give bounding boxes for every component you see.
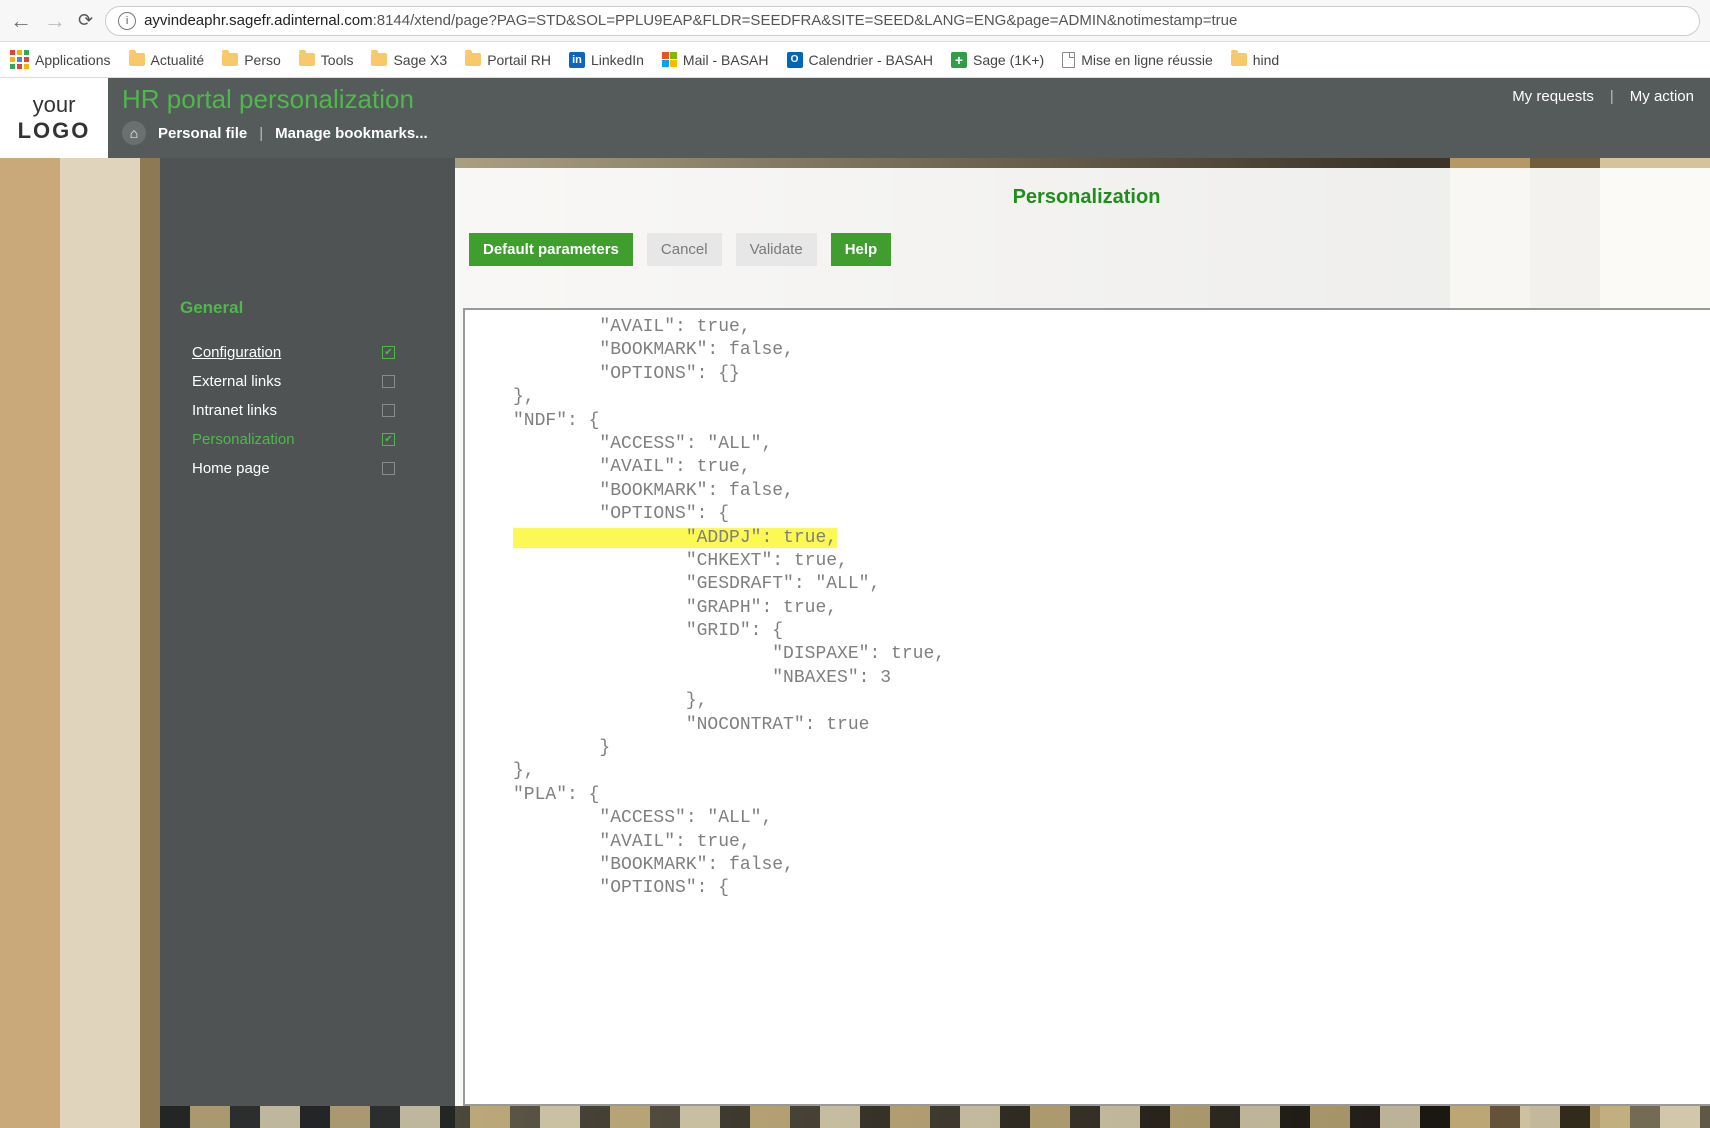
crumb-personal-file[interactable]: Personal file: [158, 125, 247, 142]
folder-icon: [129, 53, 145, 66]
bookmark-item[interactable]: Actualité: [129, 52, 205, 68]
help-button[interactable]: Help: [831, 233, 892, 266]
folder-icon: [222, 53, 238, 66]
panel-title: Personalization: [463, 186, 1710, 209]
bookmark-label: Sage (1K+): [973, 52, 1044, 68]
sidebar-item-label: Personalization: [192, 431, 295, 448]
home-icon[interactable]: ⌂: [122, 121, 146, 145]
bookmark-item[interactable]: + Sage (1K+): [951, 52, 1044, 68]
sidebar-item-external-links[interactable]: External links: [180, 367, 435, 396]
app-header: your LOGO HR portal personalization ⌂ Pe…: [0, 78, 1710, 158]
sidebar-item-label: Intranet links: [192, 402, 277, 419]
cancel-button[interactable]: Cancel: [647, 233, 722, 266]
bookmark-label: Tools: [321, 52, 354, 68]
microsoft-icon: [662, 52, 677, 67]
sidebar-heading: General: [180, 298, 435, 318]
logo-line-1: your: [0, 92, 108, 118]
site-info-icon[interactable]: i: [118, 12, 136, 30]
highlighted-code-line: "ADDPJ": true,: [513, 528, 837, 548]
validate-button[interactable]: Validate: [736, 233, 817, 266]
apps-grid-icon: [10, 50, 29, 69]
bookmark-label: Portail RH: [487, 52, 551, 68]
sidebar: General Configuration ✔ External links Intr…: [160, 158, 455, 1128]
header-right-links: My requests | My action: [1512, 78, 1710, 158]
button-row: Default parameters Cancel Validate Help: [463, 233, 1710, 266]
background-footer-strip: [160, 1106, 1710, 1128]
bookmark-label: Mise en ligne réussie: [1081, 52, 1213, 68]
crumb-separator: |: [259, 125, 263, 142]
main-panel: Personalization Default parameters Cance…: [455, 168, 1710, 1106]
checkbox-icon[interactable]: [382, 375, 395, 388]
bookmark-item[interactable]: Mise en ligne réussie: [1062, 52, 1213, 68]
checkbox-icon[interactable]: ✔: [382, 346, 395, 359]
bookmark-label: Sage X3: [393, 52, 447, 68]
folder-icon: [1231, 53, 1247, 66]
linkedin-icon: in: [569, 52, 585, 68]
bookmark-item[interactable]: Sage X3: [371, 52, 447, 68]
bookmark-item[interactable]: Portail RH: [465, 52, 551, 68]
bookmark-label: Calendrier - BASAH: [809, 52, 934, 68]
forward-button[interactable]: →: [44, 8, 66, 34]
sidebar-item-home-page[interactable]: Home page: [180, 454, 435, 483]
crumb-manage-bookmarks[interactable]: Manage bookmarks...: [275, 125, 428, 142]
code-editor[interactable]: "AVAIL": true, "BOOKMARK": false, "OPTIO…: [463, 308, 1710, 1106]
plus-icon: +: [951, 52, 967, 68]
bookmark-item[interactable]: Mail - BASAH: [662, 52, 769, 68]
bookmark-item[interactable]: in LinkedIn: [569, 52, 644, 68]
bookmark-item[interactable]: Perso: [222, 52, 281, 68]
sidebar-item-label: External links: [192, 373, 281, 390]
logo[interactable]: your LOGO: [0, 78, 108, 158]
bookmark-item[interactable]: O Calendrier - BASAH: [787, 52, 934, 68]
bookmark-label: Mail - BASAH: [683, 52, 769, 68]
link-my-requests[interactable]: My requests: [1512, 88, 1594, 105]
bookmark-label: LinkedIn: [591, 52, 644, 68]
default-parameters-button[interactable]: Default parameters: [469, 233, 633, 266]
folder-icon: [465, 53, 481, 66]
bookmarks-bar: Applications Actualité Perso Tools Sage X3 P…: [0, 42, 1710, 78]
bookmark-label: Perso: [244, 52, 281, 68]
page-title: HR portal personalization: [122, 84, 1498, 115]
bookmark-item[interactable]: hind: [1231, 52, 1279, 68]
reload-button[interactable]: ⟳: [78, 10, 93, 31]
url-text: ayvindeaphr.sagefr.adinternal.com:8144/x…: [144, 12, 1237, 29]
folder-icon: [299, 53, 315, 66]
url-bar[interactable]: i ayvindeaphr.sagefr.adinternal.com:8144…: [105, 6, 1700, 36]
checkbox-icon[interactable]: [382, 404, 395, 417]
bookmark-label: Actualité: [151, 52, 205, 68]
sidebar-item-personalization[interactable]: Personalization ✔: [180, 425, 435, 454]
browser-chrome: ← → ⟳ i ayvindeaphr.sagefr.adinternal.co…: [0, 0, 1710, 42]
folder-icon: [371, 53, 387, 66]
checkbox-icon[interactable]: [382, 462, 395, 475]
bookmark-label: hind: [1253, 52, 1279, 68]
checkbox-icon[interactable]: ✔: [382, 433, 395, 446]
sidebar-item-intranet-links[interactable]: Intranet links: [180, 396, 435, 425]
breadcrumb: ⌂ Personal file | Manage bookmarks...: [122, 121, 1498, 145]
bookmark-apps[interactable]: Applications: [10, 50, 111, 69]
logo-line-2: LOGO: [0, 118, 108, 144]
sidebar-item-label: Configuration: [192, 344, 281, 361]
link-my-actions[interactable]: My action: [1630, 88, 1694, 105]
sidebar-item-label: Home page: [192, 460, 270, 477]
bookmark-label: Applications: [35, 52, 111, 68]
bookmark-item[interactable]: Tools: [299, 52, 354, 68]
document-icon: [1062, 52, 1075, 68]
app-body: General Configuration ✔ External links Intr…: [0, 158, 1710, 1128]
outlook-icon: O: [787, 52, 803, 68]
sidebar-item-configuration[interactable]: Configuration ✔: [180, 338, 435, 367]
header-separator: |: [1610, 88, 1614, 105]
back-button[interactable]: ←: [10, 8, 32, 34]
code-content: "AVAIL": true, "BOOKMARK": false, "OPTIO…: [465, 316, 1710, 901]
